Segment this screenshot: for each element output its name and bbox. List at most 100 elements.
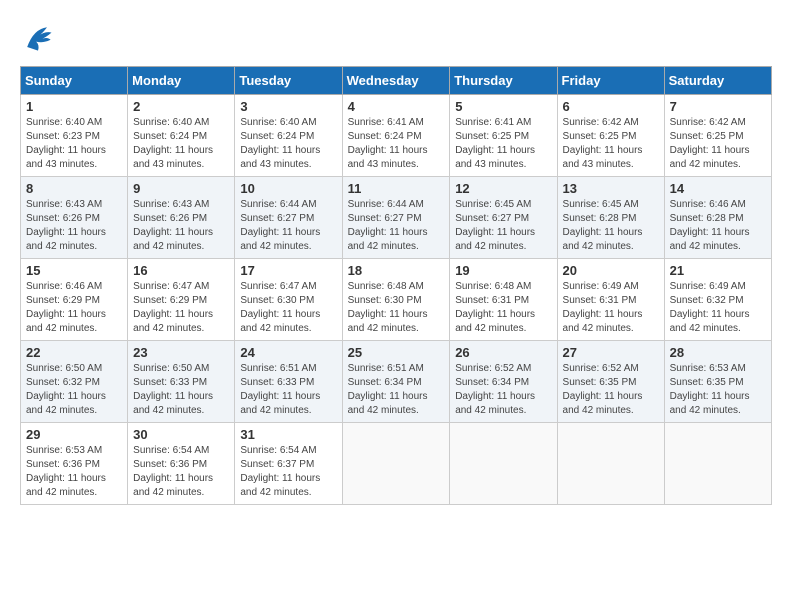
calendar-cell: 22 Sunrise: 6:50 AMSunset: 6:32 PMDayligh…: [21, 341, 128, 423]
day-detail: Sunrise: 6:42 AMSunset: 6:25 PMDaylight:…: [563, 116, 659, 172]
day-detail: Sunrise: 6:42 AMSunset: 6:25 PMDaylight:…: [670, 116, 766, 172]
logo-bird-icon: [20, 20, 56, 56]
calendar-cell: 31 Sunrise: 6:54 AMSunset: 6:37 PMDayligh…: [235, 423, 342, 505]
day-number: 22: [26, 345, 122, 360]
day-number: 18: [348, 263, 445, 278]
day-detail: Sunrise: 6:46 AMSunset: 6:28 PMDaylight:…: [670, 198, 766, 254]
calendar-cell: 20Sunrise: 6:49 AMSunset: 6:31 PMDayligh…: [557, 259, 664, 341]
calendar-week-row: 1 Sunrise: 6:40 AMSunset: 6:23 PMDaylight…: [21, 95, 772, 177]
day-number: 16: [133, 263, 229, 278]
calendar-cell: 25 Sunrise: 6:51 AMSunset: 6:34 PMDayligh…: [342, 341, 450, 423]
calendar-week-row: 29 Sunrise: 6:53 AMSunset: 6:36 PMDayligh…: [21, 423, 772, 505]
day-detail: Sunrise: 6:51 AMSunset: 6:33 PMDaylight:…: [240, 362, 336, 418]
day-detail: Sunrise: 6:45 AMSunset: 6:28 PMDaylight:…: [563, 198, 659, 254]
calendar-week-row: 8 Sunrise: 6:43 AMSunset: 6:26 PMDaylight…: [21, 177, 772, 259]
day-detail: Sunrise: 6:46 AMSunset: 6:29 PMDaylight:…: [26, 280, 122, 336]
day-detail: Sunrise: 6:52 AMSunset: 6:34 PMDaylight:…: [455, 362, 551, 418]
day-number: 5: [455, 99, 551, 114]
day-detail: Sunrise: 6:47 AMSunset: 6:29 PMDaylight:…: [133, 280, 229, 336]
header-tuesday: Tuesday: [235, 67, 342, 95]
calendar-cell: 24 Sunrise: 6:51 AMSunset: 6:33 PMDayligh…: [235, 341, 342, 423]
day-number: 23: [133, 345, 229, 360]
header-saturday: Saturday: [664, 67, 771, 95]
day-detail: Sunrise: 6:47 AMSunset: 6:30 PMDaylight:…: [240, 280, 336, 336]
day-number: 13: [563, 181, 659, 196]
day-detail: Sunrise: 6:52 AMSunset: 6:35 PMDaylight:…: [563, 362, 659, 418]
calendar-cell: 18 Sunrise: 6:48 AMSunset: 6:30 PMDayligh…: [342, 259, 450, 341]
day-number: 27: [563, 345, 659, 360]
day-number: 21: [670, 263, 766, 278]
header-wednesday: Wednesday: [342, 67, 450, 95]
day-number: 26: [455, 345, 551, 360]
page-header: [20, 20, 772, 56]
calendar-week-row: 22 Sunrise: 6:50 AMSunset: 6:32 PMDayligh…: [21, 341, 772, 423]
calendar-cell: 1 Sunrise: 6:40 AMSunset: 6:23 PMDaylight…: [21, 95, 128, 177]
calendar-cell: 6 Sunrise: 6:42 AMSunset: 6:25 PMDaylight…: [557, 95, 664, 177]
day-detail: Sunrise: 6:48 AMSunset: 6:30 PMDaylight:…: [348, 280, 445, 336]
calendar-cell: [664, 423, 771, 505]
day-number: 17: [240, 263, 336, 278]
logo: [20, 20, 60, 56]
day-number: 31: [240, 427, 336, 442]
calendar-cell: 29 Sunrise: 6:53 AMSunset: 6:36 PMDayligh…: [21, 423, 128, 505]
calendar-cell: 21 Sunrise: 6:49 AMSunset: 6:32 PMDayligh…: [664, 259, 771, 341]
day-number: 28: [670, 345, 766, 360]
day-detail: Sunrise: 6:53 AMSunset: 6:35 PMDaylight:…: [670, 362, 766, 418]
day-detail: Sunrise: 6:40 AMSunset: 6:24 PMDaylight:…: [133, 116, 229, 172]
calendar-cell: 17 Sunrise: 6:47 AMSunset: 6:30 PMDayligh…: [235, 259, 342, 341]
calendar-table: SundayMondayTuesdayWednesdayThursdayFrid…: [20, 66, 772, 505]
calendar-cell: 13 Sunrise: 6:45 AMSunset: 6:28 PMDayligh…: [557, 177, 664, 259]
day-detail: Sunrise: 6:48 AMSunset: 6:31 PMDaylight:…: [455, 280, 551, 336]
calendar-week-row: 15 Sunrise: 6:46 AMSunset: 6:29 PMDayligh…: [21, 259, 772, 341]
day-detail: Sunrise: 6:40 AMSunset: 6:24 PMDaylight:…: [240, 116, 336, 172]
calendar-cell: 27 Sunrise: 6:52 AMSunset: 6:35 PMDayligh…: [557, 341, 664, 423]
calendar-cell: [342, 423, 450, 505]
day-number: 11: [348, 181, 445, 196]
day-number: 10: [240, 181, 336, 196]
day-number: 30: [133, 427, 229, 442]
day-number: 24: [240, 345, 336, 360]
calendar-cell: 11Sunrise: 6:44 AMSunset: 6:27 PMDayligh…: [342, 177, 450, 259]
day-number: 6: [563, 99, 659, 114]
day-detail: Sunrise: 6:43 AMSunset: 6:26 PMDaylight:…: [133, 198, 229, 254]
day-number: 29: [26, 427, 122, 442]
day-detail: Sunrise: 6:45 AMSunset: 6:27 PMDaylight:…: [455, 198, 551, 254]
day-number: 19: [455, 263, 551, 278]
calendar-cell: [557, 423, 664, 505]
calendar-cell: 5 Sunrise: 6:41 AMSunset: 6:25 PMDaylight…: [450, 95, 557, 177]
day-detail: Sunrise: 6:50 AMSunset: 6:33 PMDaylight:…: [133, 362, 229, 418]
day-number: 25: [348, 345, 445, 360]
calendar-cell: 30 Sunrise: 6:54 AMSunset: 6:36 PMDayligh…: [128, 423, 235, 505]
calendar-cell: 7 Sunrise: 6:42 AMSunset: 6:25 PMDaylight…: [664, 95, 771, 177]
calendar-cell: 10 Sunrise: 6:44 AMSunset: 6:27 PMDayligh…: [235, 177, 342, 259]
header-thursday: Thursday: [450, 67, 557, 95]
day-detail: Sunrise: 6:50 AMSunset: 6:32 PMDaylight:…: [26, 362, 122, 418]
day-detail: Sunrise: 6:43 AMSunset: 6:26 PMDaylight:…: [26, 198, 122, 254]
calendar-cell: 4Sunrise: 6:41 AMSunset: 6:24 PMDaylight…: [342, 95, 450, 177]
day-detail: Sunrise: 6:53 AMSunset: 6:36 PMDaylight:…: [26, 444, 122, 500]
day-number: 14: [670, 181, 766, 196]
header-friday: Friday: [557, 67, 664, 95]
day-detail: Sunrise: 6:44 AMSunset: 6:27 PMDaylight:…: [240, 198, 336, 254]
day-detail: Sunrise: 6:51 AMSunset: 6:34 PMDaylight:…: [348, 362, 445, 418]
day-number: 2: [133, 99, 229, 114]
calendar-cell: 8 Sunrise: 6:43 AMSunset: 6:26 PMDaylight…: [21, 177, 128, 259]
day-number: 7: [670, 99, 766, 114]
calendar-cell: 26 Sunrise: 6:52 AMSunset: 6:34 PMDayligh…: [450, 341, 557, 423]
header-sunday: Sunday: [21, 67, 128, 95]
day-number: 9: [133, 181, 229, 196]
day-detail: Sunrise: 6:41 AMSunset: 6:25 PMDaylight:…: [455, 116, 551, 172]
day-number: 1: [26, 99, 122, 114]
day-detail: Sunrise: 6:40 AMSunset: 6:23 PMDaylight:…: [26, 116, 122, 172]
day-number: 8: [26, 181, 122, 196]
calendar-cell: 2 Sunrise: 6:40 AMSunset: 6:24 PMDaylight…: [128, 95, 235, 177]
day-number: 15: [26, 263, 122, 278]
calendar-cell: 14 Sunrise: 6:46 AMSunset: 6:28 PMDayligh…: [664, 177, 771, 259]
calendar-cell: 3Sunrise: 6:40 AMSunset: 6:24 PMDaylight…: [235, 95, 342, 177]
day-detail: Sunrise: 6:54 AMSunset: 6:36 PMDaylight:…: [133, 444, 229, 500]
calendar-header-row: SundayMondayTuesdayWednesdayThursdayFrid…: [21, 67, 772, 95]
calendar-cell: 23 Sunrise: 6:50 AMSunset: 6:33 PMDayligh…: [128, 341, 235, 423]
day-detail: Sunrise: 6:54 AMSunset: 6:37 PMDaylight:…: [240, 444, 336, 500]
day-detail: Sunrise: 6:49 AMSunset: 6:32 PMDaylight:…: [670, 280, 766, 336]
day-number: 20: [563, 263, 659, 278]
